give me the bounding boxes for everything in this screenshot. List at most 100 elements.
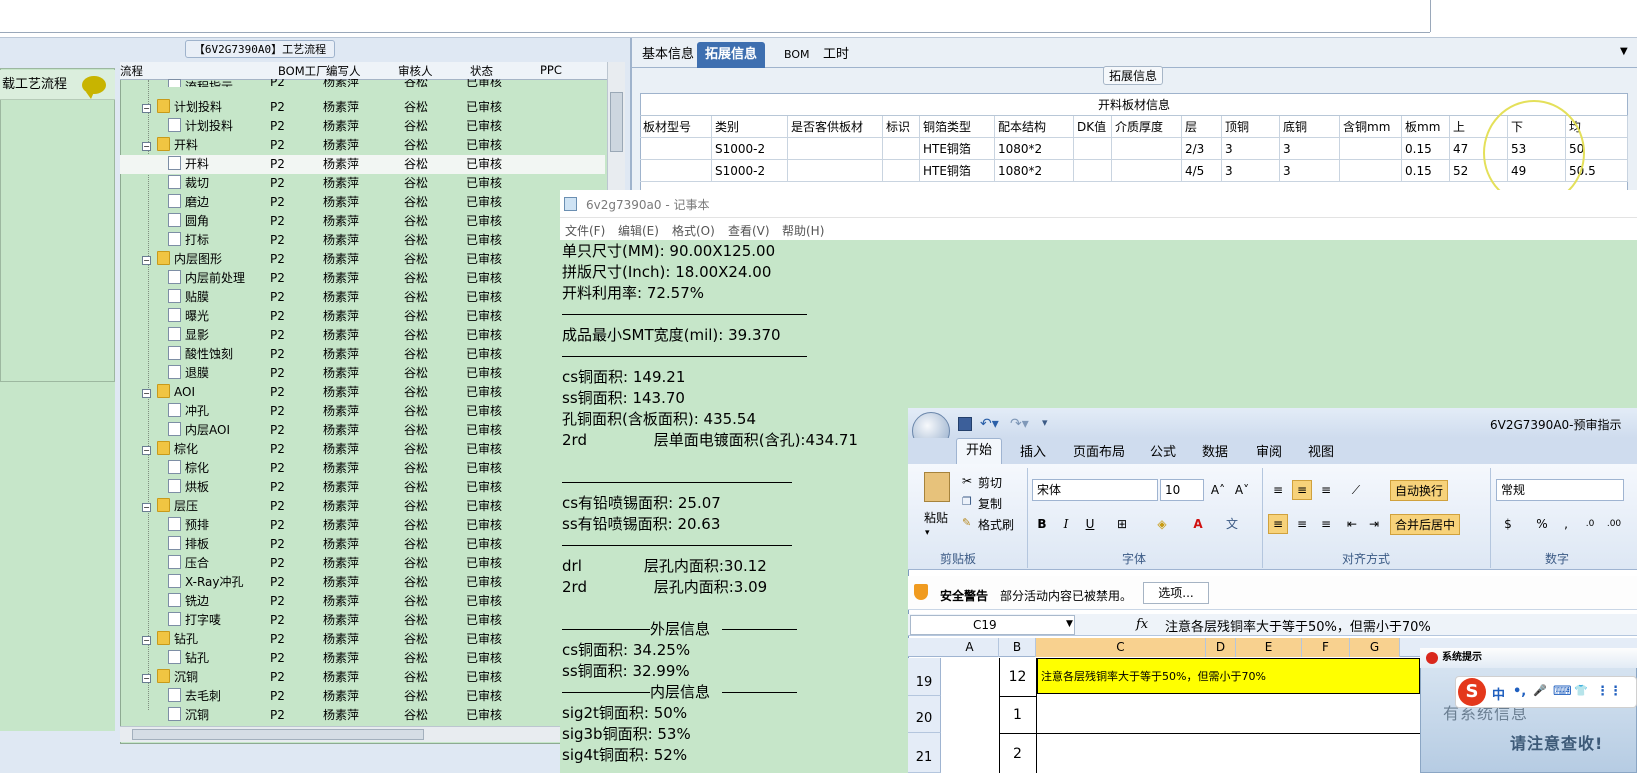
- increase-font-icon[interactable]: A˄: [1208, 480, 1228, 500]
- menu-edit[interactable]: 编辑(E): [618, 222, 659, 239]
- ime-keyboard-icon[interactable]: ⌨: [1553, 684, 1572, 699]
- collapse-icon[interactable]: −: [142, 636, 151, 645]
- row-header-20[interactable]: 20: [908, 696, 941, 733]
- ribbon-tab-insert[interactable]: 插入: [1020, 441, 1046, 460]
- cell-c20[interactable]: [1036, 696, 1420, 733]
- sheet-header-cell[interactable]: 板材型号: [640, 116, 712, 138]
- font-color-icon[interactable]: A: [1188, 514, 1208, 534]
- tree-row[interactable]: 棕化 P2 杨素萍 谷松 已审核: [120, 459, 605, 478]
- increase-decimal-icon[interactable]: .0: [1580, 514, 1600, 534]
- number-format-select[interactable]: 常规: [1496, 479, 1624, 501]
- paste-icon[interactable]: [924, 472, 950, 502]
- ribbon-tab-data[interactable]: 数据: [1202, 441, 1228, 460]
- ribbon-tab-review[interactable]: 审阅: [1256, 441, 1282, 460]
- tree-node-name[interactable]: 圆角: [168, 212, 209, 231]
- redo-icon[interactable]: ↷▾: [1010, 416, 1029, 432]
- ime-toolbox-icon[interactable]: ⋮⋮: [1596, 684, 1622, 699]
- menu-format[interactable]: 格式(O): [672, 222, 715, 239]
- cell-b21[interactable]: 2: [999, 733, 1036, 773]
- tree-node-name[interactable]: 显影: [168, 326, 209, 345]
- ime-chinese-icon[interactable]: 中: [1492, 684, 1505, 703]
- sheet-data-cell[interactable]: [1112, 160, 1182, 182]
- tree-node-name[interactable]: − 内层图形: [142, 250, 222, 269]
- sheet-header-cell[interactable]: 类别: [712, 116, 788, 138]
- sheet-data-cell[interactable]: S1000-2: [712, 160, 788, 182]
- sheet-data-cell[interactable]: 3: [1280, 138, 1340, 160]
- tree-row[interactable]: 裁切 P2 杨素萍 谷松 已审核: [120, 174, 605, 193]
- sheet-data-cell[interactable]: [883, 138, 920, 160]
- decrease-indent-icon[interactable]: ⇤: [1342, 514, 1362, 534]
- tree-node-name[interactable]: 棕化: [168, 459, 209, 478]
- col-header-e[interactable]: E: [1236, 638, 1302, 657]
- sheet-data-cell[interactable]: 3: [1222, 160, 1280, 182]
- bold-icon[interactable]: B: [1032, 514, 1052, 534]
- sheet-data-cell[interactable]: [1074, 138, 1112, 160]
- tree-node-name[interactable]: 钻孔: [168, 649, 209, 668]
- tree-row[interactable]: 沉铜 P2 杨素萍 谷松 已审核: [120, 706, 605, 725]
- tree-row[interactable]: 冲孔 P2 杨素萍 谷松 已审核: [120, 402, 605, 421]
- copy-icon[interactable]: ❐: [962, 495, 972, 508]
- tree-row[interactable]: 压合 P2 杨素萍 谷松 已审核: [120, 554, 605, 573]
- sheet-data-cell[interactable]: [883, 160, 920, 182]
- sheet-data-cell[interactable]: 3: [1280, 160, 1340, 182]
- tree-node-name[interactable]: 磨边: [168, 193, 209, 212]
- tree-row[interactable]: 烘板 P2 杨素萍 谷松 已审核: [120, 478, 605, 497]
- wrap-text-button[interactable]: 自动换行: [1390, 480, 1449, 501]
- sheet-header-cell[interactable]: 底铜: [1280, 116, 1340, 138]
- sheet-header-cell[interactable]: 介质厚度: [1112, 116, 1182, 138]
- tree-row[interactable]: 打字唛 P2 杨素萍 谷松 已审核: [120, 611, 605, 630]
- tree-row[interactable]: 排板 P2 杨素萍 谷松 已审核: [120, 535, 605, 554]
- tree-row[interactable]: 计划投料 P2 杨素萍 谷松 已审核: [120, 117, 605, 136]
- col-header-a[interactable]: A: [941, 638, 999, 657]
- tree-node-name[interactable]: 打字唛: [168, 611, 221, 630]
- sheet-data-cell[interactable]: 1080*2: [995, 160, 1074, 182]
- sheet-data-cell[interactable]: 0.15: [1402, 160, 1450, 182]
- cut-icon[interactable]: ✂: [962, 474, 972, 488]
- customize-qat-icon[interactable]: ▾: [1042, 416, 1048, 429]
- align-bottom-icon[interactable]: ≡: [1316, 480, 1336, 500]
- copy-label[interactable]: 复制: [978, 495, 1002, 512]
- increase-indent-icon[interactable]: ⇥: [1364, 514, 1384, 534]
- security-options-button[interactable]: 选项...: [1143, 582, 1209, 604]
- tree-row[interactable]: − 内层图形 P2 杨素萍 谷松 已审核: [120, 250, 605, 269]
- tree-row[interactable]: 打标 P2 杨素萍 谷松 已审核: [120, 231, 605, 250]
- tree-node-name[interactable]: − 开料: [142, 136, 198, 155]
- tree-node-name[interactable]: − 沉铜: [142, 668, 198, 687]
- tree-node-name[interactable]: 曝光: [168, 307, 209, 326]
- sheet-header-cell[interactable]: 铜箔类型: [920, 116, 995, 138]
- tree-node-name[interactable]: 去毛刺: [168, 687, 221, 706]
- col-header-reviewer[interactable]: 审核人: [398, 63, 433, 79]
- tree-row[interactable]: − 计划投料 P2 杨素萍 谷松 已审核: [120, 98, 605, 117]
- name-box-dropdown-icon[interactable]: ▼: [1066, 619, 1073, 629]
- tree-node-name[interactable]: − AOI: [142, 383, 195, 402]
- col-header-ppc[interactable]: PPC: [540, 63, 562, 77]
- col-header-b[interactable]: B: [999, 638, 1036, 657]
- tree-node-name[interactable]: − 计划投料: [142, 98, 222, 117]
- align-middle-icon[interactable]: ≡: [1292, 480, 1312, 500]
- paste-label[interactable]: 粘贴: [924, 509, 948, 526]
- sheet-header-cell[interactable]: 是否客供板材: [788, 116, 883, 138]
- sheet-data-cell[interactable]: 4/5: [1182, 160, 1222, 182]
- sheet-header-cell[interactable]: DK值: [1074, 116, 1112, 138]
- tree-node-name[interactable]: 沉铜: [168, 706, 209, 725]
- paste-dropdown-icon[interactable]: ▾: [925, 528, 930, 538]
- sheet-data-cell[interactable]: [640, 160, 712, 182]
- tree-row[interactable]: 磨边 P2 杨素萍 谷松 已审核: [120, 193, 605, 212]
- sheet-data-cell[interactable]: 3: [1222, 138, 1280, 160]
- sheet-data-cell[interactable]: [788, 160, 883, 182]
- tree-row[interactable]: − 棕化 P2 杨素萍 谷松 已审核: [120, 440, 605, 459]
- ribbon-tab-view[interactable]: 视图: [1308, 441, 1334, 460]
- tree-node-name[interactable]: X-Ray冲孔: [168, 573, 243, 592]
- sheet-data-cell[interactable]: 0.15: [1402, 138, 1450, 160]
- collapse-icon[interactable]: −: [142, 142, 151, 151]
- ime-logo-icon[interactable]: S: [1458, 678, 1486, 706]
- tree-node-name[interactable]: 预排: [168, 516, 209, 535]
- tree-node-name[interactable]: 冲孔: [168, 402, 209, 421]
- collapse-icon[interactable]: −: [142, 104, 151, 113]
- tree-row[interactable]: 显影 P2 杨素萍 谷松 已审核: [120, 326, 605, 345]
- tree-row[interactable]: − AOI P2 杨素萍 谷松 已审核: [120, 383, 605, 402]
- col-header-status[interactable]: 状态: [470, 63, 493, 79]
- phonetic-icon[interactable]: 文: [1222, 514, 1242, 534]
- tree-row[interactable]: 酸性蚀刻 P2 杨素萍 谷松 已审核: [120, 345, 605, 364]
- font-size-select[interactable]: 10: [1160, 479, 1204, 501]
